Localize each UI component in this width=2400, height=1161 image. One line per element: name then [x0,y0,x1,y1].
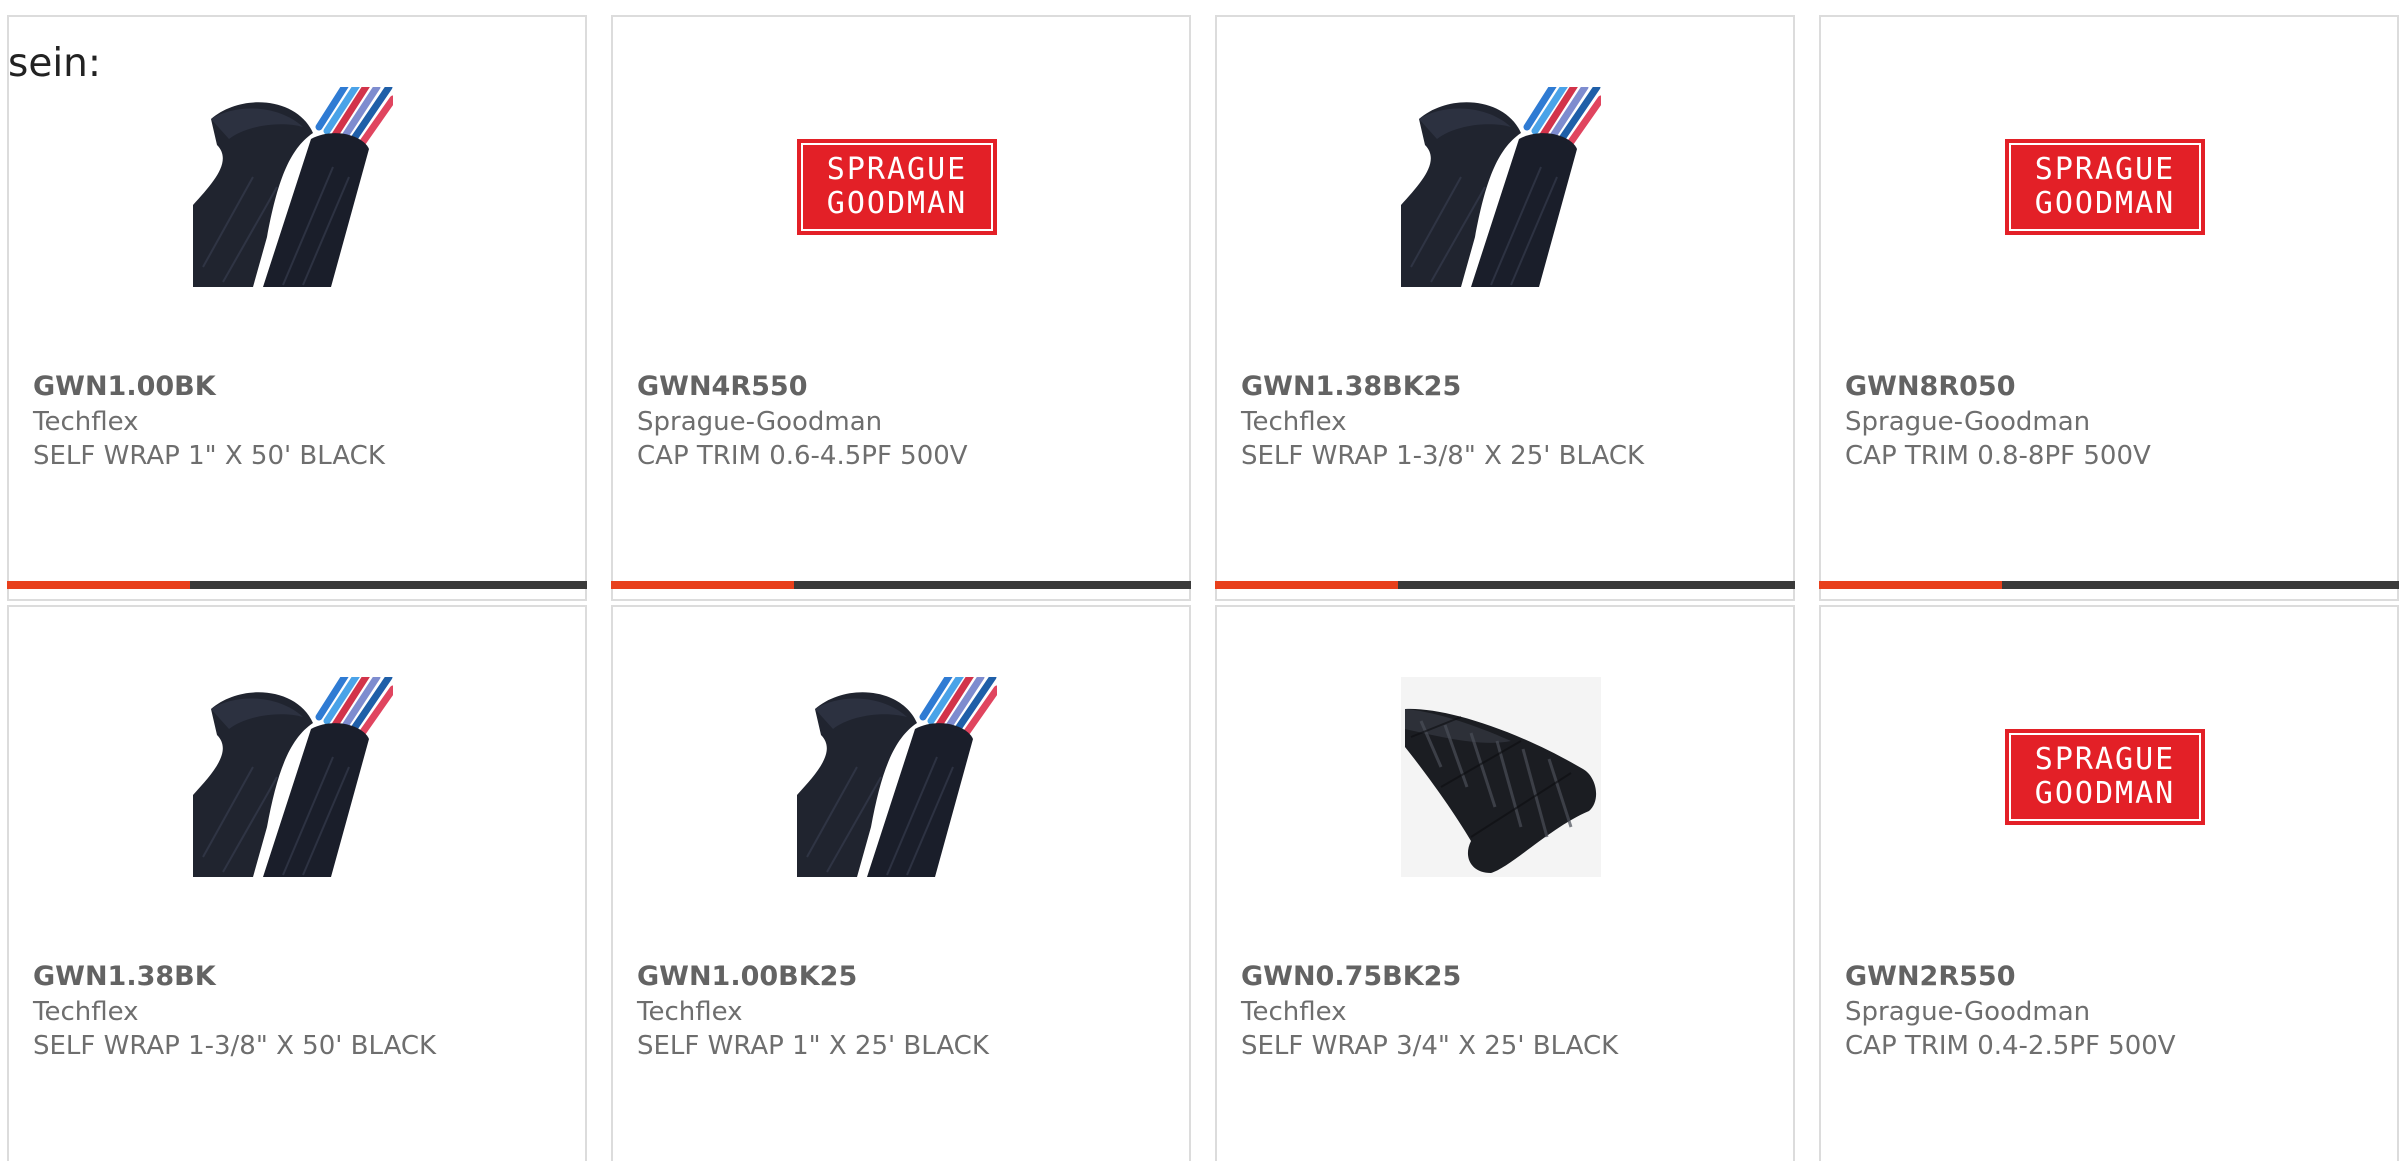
braided-sleeve-wires-icon [193,677,393,877]
product-card[interactable]: SPRAGUE GOODMAN GWN8R050 Sprague-Goodman… [1819,15,2399,601]
card-bottom-bar [611,581,1191,589]
product-part-number[interactable]: GWN8R050 [1845,371,2015,402]
product-image[interactable] [193,87,393,287]
braided-sleeve-flat-icon [1401,677,1601,877]
product-manufacturer: Sprague-Goodman [1845,407,2091,437]
product-image[interactable] [1401,87,1601,287]
product-part-number[interactable]: GWN2R550 [1845,961,2015,992]
product-part-number[interactable]: GWN4R550 [637,371,807,402]
product-card[interactable]: GWN1.00BK25 Techflex SELF WRAP 1" X 25' … [611,605,1191,1161]
product-manufacturer: Sprague-Goodman [637,407,883,437]
product-part-number[interactable]: GWN1.38BK [33,961,216,992]
sprague-goodman-logo-icon: SPRAGUE GOODMAN [2005,729,2205,825]
product-image[interactable]: SPRAGUE GOODMAN [2005,677,2205,877]
product-manufacturer: Techflex [1241,997,1347,1027]
product-card[interactable]: GWN1.38BK25 Techflex SELF WRAP 1-3/8" X … [1215,15,1795,601]
product-image[interactable] [193,677,393,877]
intro-text: sein: [8,41,102,86]
card-bottom-accent [1215,581,1398,589]
product-part-number[interactable]: GWN0.75BK25 [1241,961,1461,992]
card-bottom-bar [1819,581,2399,589]
card-bottom-bar [1215,581,1795,589]
product-image[interactable]: SPRAGUE GOODMAN [797,87,997,287]
card-bottom-accent [1819,581,2002,589]
sprague-goodman-logo-icon: SPRAGUE GOODMAN [797,139,997,235]
product-manufacturer: Techflex [1241,407,1347,437]
product-description: CAP TRIM 0.4-2.5PF 500V [1845,1031,2176,1061]
product-part-number[interactable]: GWN1.38BK25 [1241,371,1461,402]
card-bottom-accent [7,581,190,589]
product-part-number[interactable]: GWN1.00BK [33,371,216,402]
product-description: SELF WRAP 1-3/8" X 50' BLACK [33,1031,437,1061]
product-description: SELF WRAP 3/4" X 25' BLACK [1241,1031,1619,1061]
product-description: CAP TRIM 0.8-8PF 500V [1845,441,2151,471]
product-image[interactable] [797,677,997,877]
product-part-number[interactable]: GWN1.00BK25 [637,961,857,992]
product-card[interactable]: GWN0.75BK25 Techflex SELF WRAP 3/4" X 25… [1215,605,1795,1161]
product-image[interactable] [1401,677,1601,877]
product-description: CAP TRIM 0.6-4.5PF 500V [637,441,968,471]
braided-sleeve-wires-icon [1401,87,1601,287]
card-bottom-accent [611,581,794,589]
product-card[interactable]: SPRAGUE GOODMAN GWN4R550 Sprague-Goodman… [611,15,1191,601]
product-manufacturer: Techflex [637,997,743,1027]
braided-sleeve-wires-icon [193,87,393,287]
product-image[interactable]: SPRAGUE GOODMAN [2005,87,2205,287]
product-manufacturer: Sprague-Goodman [1845,997,2091,1027]
sprague-goodman-logo-icon: SPRAGUE GOODMAN [2005,139,2205,235]
product-card[interactable]: GWN1.00BK Techflex SELF WRAP 1" X 50' BL… [7,15,587,601]
product-manufacturer: Techflex [33,997,139,1027]
product-manufacturer: Techflex [33,407,139,437]
product-card[interactable]: SPRAGUE GOODMAN GWN2R550 Sprague-Goodman… [1819,605,2399,1161]
product-description: SELF WRAP 1" X 25' BLACK [637,1031,989,1061]
product-description: SELF WRAP 1-3/8" X 25' BLACK [1241,441,1645,471]
product-card[interactable]: GWN1.38BK Techflex SELF WRAP 1-3/8" X 50… [7,605,587,1161]
braided-sleeve-wires-icon [797,677,997,877]
product-description: SELF WRAP 1" X 50' BLACK [33,441,385,471]
card-bottom-bar [7,581,587,589]
product-grid-page: sein: GWN1.00BK Techflex SELF WRAP 1" X … [0,0,2400,1161]
